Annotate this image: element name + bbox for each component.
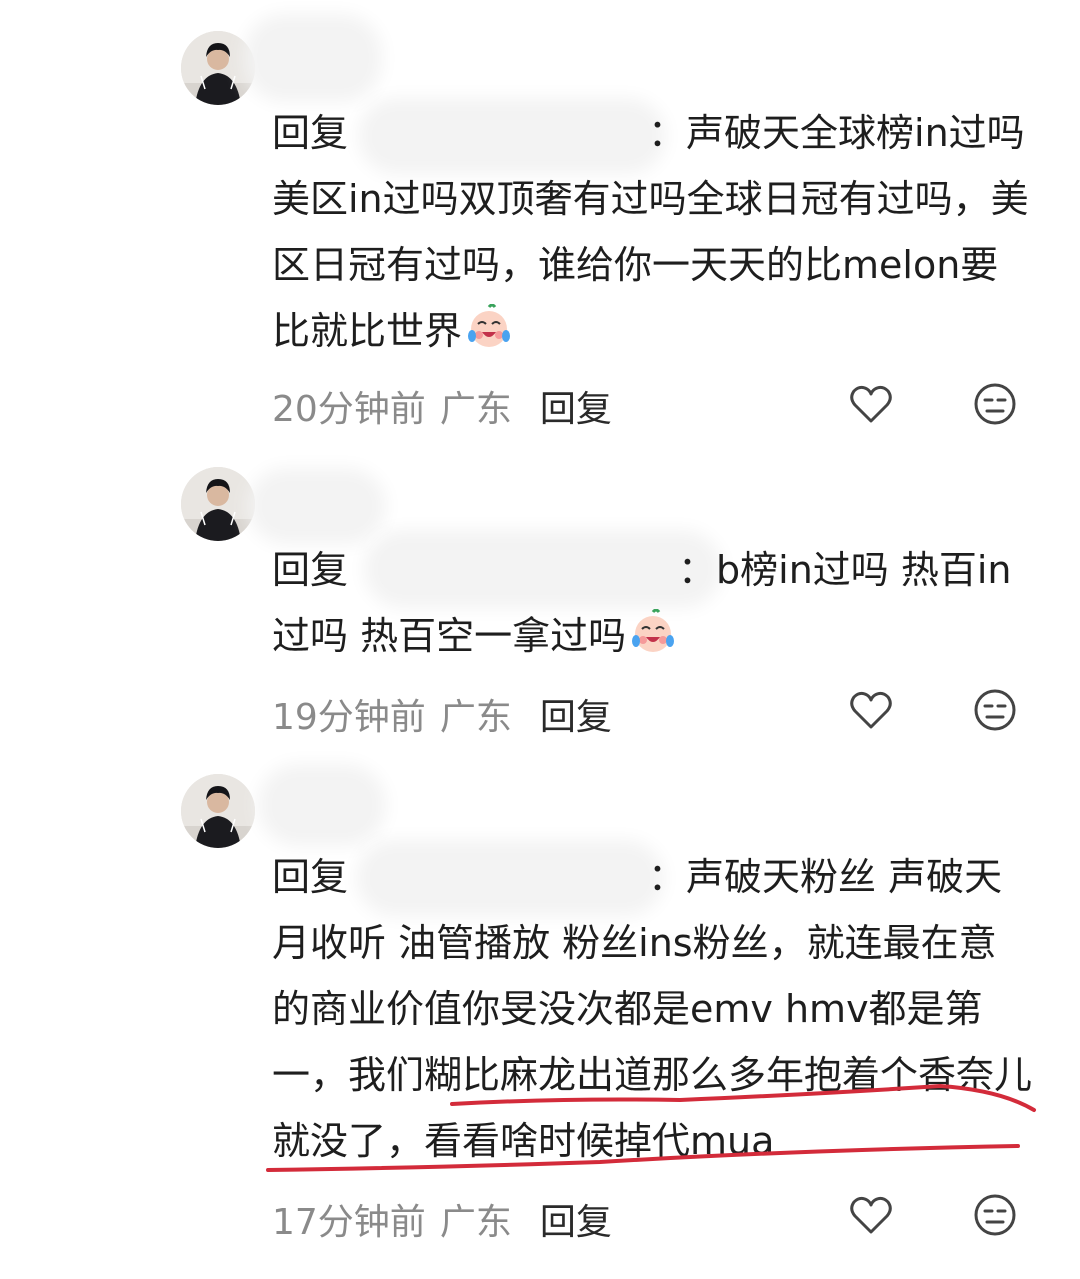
redacted-username: [272, 778, 372, 832]
avatar[interactable]: [181, 774, 255, 848]
reply-to-label: 回复: [272, 855, 349, 899]
heart-icon[interactable]: [847, 380, 895, 428]
heart-icon[interactable]: [847, 1191, 895, 1239]
location: 广东: [439, 1202, 512, 1243]
comment-text: 回复 ：声破天粉丝 声破天月收听 油管播放 粉丝ins粉丝，就连最在意的商业价值你…: [272, 844, 1032, 1174]
crying-laughing-emoji-icon: [468, 304, 511, 347]
comment-text: 回复 ：b榜in过吗 热百in过吗 热百空一拿过吗: [272, 537, 1032, 669]
reply-button[interactable]: 回复: [540, 380, 612, 432]
neutral-face-icon[interactable]: [971, 1191, 1019, 1239]
reply-button[interactable]: 回复: [540, 688, 612, 740]
timestamp: 19分钟前: [272, 697, 426, 738]
reply-to-label: 回复: [272, 111, 349, 155]
comment-meta: 20分钟前 广东 回复: [272, 380, 612, 432]
timestamp: 17分钟前: [272, 1202, 426, 1243]
comment-meta: 17分钟前 广东 回复: [272, 1193, 612, 1245]
redacted-username: [262, 482, 372, 530]
timestamp: 20分钟前: [272, 389, 426, 430]
avatar[interactable]: [181, 31, 255, 105]
reply-to-label: 回复: [272, 548, 349, 592]
avatar[interactable]: [181, 467, 255, 541]
crying-laughing-emoji-icon: [632, 609, 675, 652]
comment-meta: 19分钟前 广东 回复: [272, 688, 612, 740]
redacted-username: [258, 28, 368, 88]
comment-text: 回复 ：声破天全球榜in过吗美区in过吗双顶奢有过吗全球日冠有过吗，美区日冠有过吗…: [272, 100, 1032, 364]
location: 广东: [439, 389, 512, 430]
reply-button[interactable]: 回复: [540, 1193, 612, 1245]
comment-content: ：声破天全球榜in过吗美区in过吗双顶奢有过吗全球日冠有过吗，美区日冠有过吗，谁…: [272, 111, 1029, 353]
comment-content: ：声破天粉丝 声破天月收听 油管播放 粉丝ins粉丝，就连最在意的商业价值你旻没…: [272, 855, 1033, 1163]
heart-icon[interactable]: [847, 686, 895, 734]
location: 广东: [439, 697, 512, 738]
neutral-face-icon[interactable]: [971, 380, 1019, 428]
neutral-face-icon[interactable]: [971, 686, 1019, 734]
